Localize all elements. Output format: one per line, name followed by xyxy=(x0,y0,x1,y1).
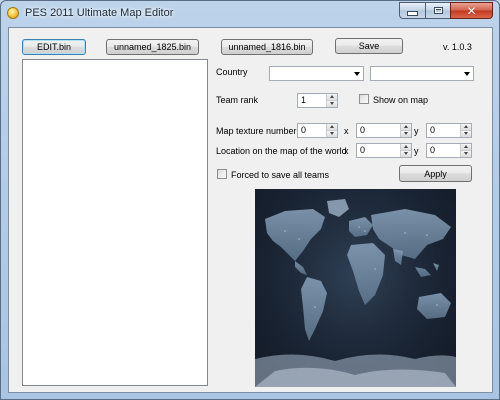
stepper-down-icon[interactable] xyxy=(401,131,411,137)
map-texture-x-stepper[interactable]: 0 xyxy=(356,123,412,138)
close-icon: ✕ xyxy=(466,3,477,18)
unnamed-1825-button[interactable]: unnamed_1825.bin xyxy=(106,39,199,55)
close-button[interactable]: ✕ xyxy=(450,2,493,19)
map-texture-value: 0 xyxy=(301,125,307,135)
stepper-up-icon[interactable] xyxy=(461,124,471,131)
version-label: v. 1.0.3 xyxy=(443,42,472,52)
client-area: EDIT.bin unnamed_1825.bin unnamed_1816.b… xyxy=(8,27,493,393)
maximize-icon xyxy=(433,7,443,14)
window-title: PES 2011 Ultimate Map Editor xyxy=(25,7,174,19)
map-texture-y-value: 0 xyxy=(430,125,436,135)
world-map-graphic xyxy=(255,189,456,387)
country-label: Country xyxy=(216,67,248,77)
stepper-up-icon[interactable] xyxy=(401,144,411,151)
stepper-buttons xyxy=(460,144,471,157)
location-x-value: 0 xyxy=(360,145,366,155)
stepper-buttons xyxy=(400,124,411,137)
unnamed-1816-button[interactable]: unnamed_1816.bin xyxy=(221,39,313,55)
maximize-button[interactable] xyxy=(425,2,450,19)
app-icon xyxy=(7,7,19,19)
stepper-buttons xyxy=(400,144,411,157)
forced-save-checkbox[interactable] xyxy=(217,169,227,179)
app-window: PES 2011 Ultimate Map Editor ✕ EDIT.bin … xyxy=(0,0,500,400)
teams-list[interactable] xyxy=(22,59,208,386)
forced-save-label: Forced to save all teams xyxy=(231,170,330,180)
location-label: Location on the map of the world xyxy=(216,146,347,156)
stepper-up-icon[interactable] xyxy=(327,94,337,101)
minimize-icon xyxy=(407,11,418,16)
stepper-down-icon[interactable] xyxy=(327,101,337,107)
team-rank-stepper[interactable]: 1 xyxy=(297,93,338,108)
title-bar[interactable]: PES 2011 Ultimate Map Editor ✕ xyxy=(1,1,499,27)
chevron-down-icon xyxy=(354,72,360,76)
team-rank-value: 1 xyxy=(301,95,307,105)
stepper-buttons xyxy=(326,124,337,137)
map-texture-x-label: x xyxy=(344,126,349,136)
apply-button[interactable]: Apply xyxy=(399,165,472,182)
stepper-down-icon[interactable] xyxy=(461,131,471,137)
country-secondary-select[interactable] xyxy=(370,66,474,81)
map-texture-y-stepper[interactable]: 0 xyxy=(426,123,472,138)
edit-bin-button[interactable]: EDIT.bin xyxy=(22,39,86,55)
stepper-buttons xyxy=(326,94,337,107)
map-texture-stepper[interactable]: 0 xyxy=(297,123,338,138)
stepper-down-icon[interactable] xyxy=(461,151,471,157)
location-y-label: y xyxy=(414,146,419,156)
team-rank-label: Team rank xyxy=(216,95,259,105)
world-map-image[interactable] xyxy=(255,189,456,387)
stepper-up-icon[interactable] xyxy=(327,124,337,131)
caption-buttons: ✕ xyxy=(399,2,493,20)
show-on-map-label: Show on map xyxy=(373,95,429,105)
map-texture-y-label: y xyxy=(414,126,419,136)
stepper-buttons xyxy=(460,124,471,137)
save-button[interactable]: Save xyxy=(335,38,403,54)
stepper-up-icon[interactable] xyxy=(461,144,471,151)
location-x-stepper[interactable]: 0 xyxy=(356,143,412,158)
location-y-value: 0 xyxy=(430,145,436,155)
country-select[interactable] xyxy=(269,66,364,81)
location-y-stepper[interactable]: 0 xyxy=(426,143,472,158)
minimize-button[interactable] xyxy=(399,2,425,19)
map-texture-label: Map texture number xyxy=(216,126,297,136)
stepper-down-icon[interactable] xyxy=(327,131,337,137)
show-on-map-checkbox[interactable] xyxy=(359,94,369,104)
map-texture-x-value: 0 xyxy=(360,125,366,135)
stepper-down-icon[interactable] xyxy=(401,151,411,157)
location-x-label: x xyxy=(344,146,349,156)
stepper-up-icon[interactable] xyxy=(401,124,411,131)
chevron-down-icon xyxy=(464,72,470,76)
